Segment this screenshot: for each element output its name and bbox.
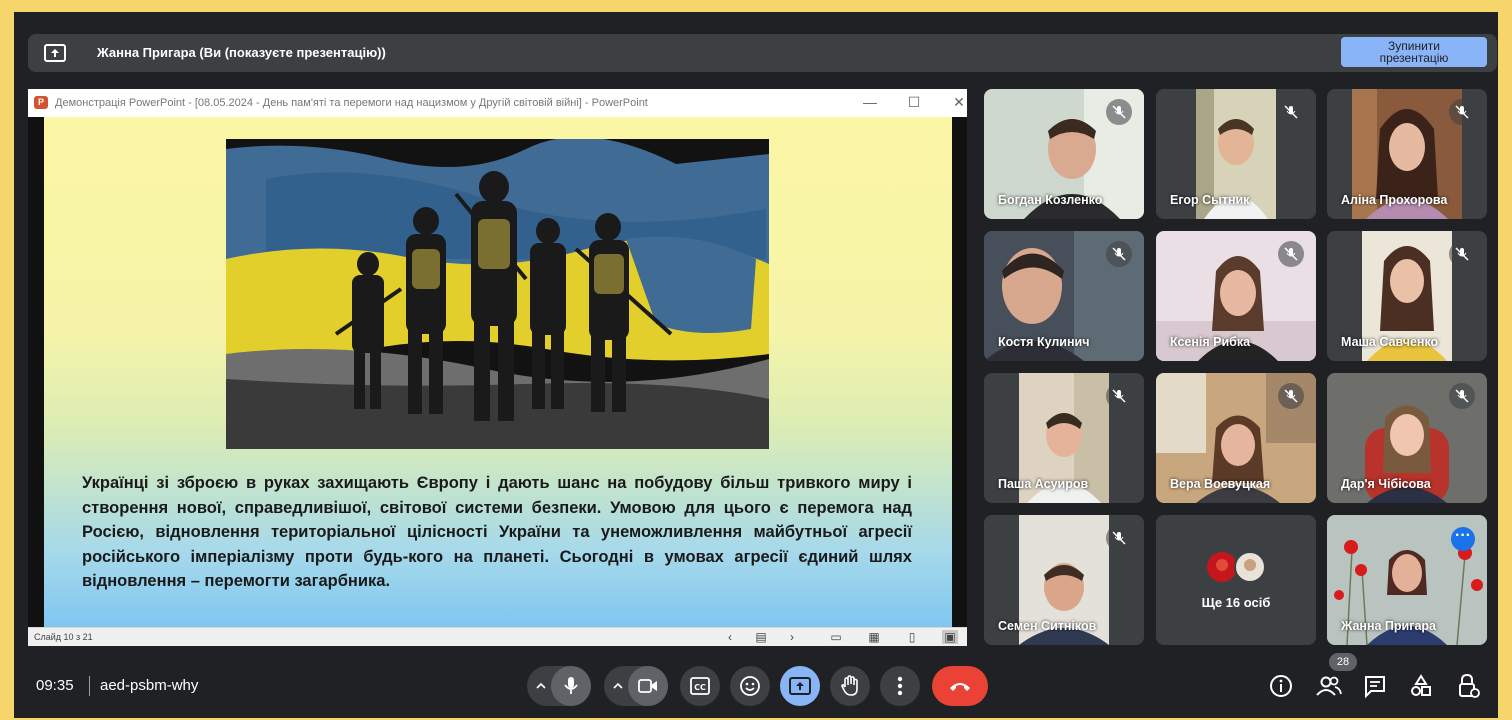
emoji-icon: [740, 676, 760, 696]
meeting-code: aed-psbm-why: [100, 677, 199, 694]
meet-window: Жанна Пригара (Ви (показуєте презентацію…: [14, 12, 1498, 718]
muted-mic-icon: [1106, 241, 1132, 267]
microphone-button[interactable]: [551, 666, 591, 706]
next-slide-icon[interactable]: ›: [784, 630, 800, 644]
reactions-button[interactable]: [730, 666, 770, 706]
present-screen-icon: [789, 677, 811, 695]
present-screen-icon: [44, 44, 66, 62]
camera-icon: [638, 679, 657, 693]
shared-powerpoint-window: P Демонстрація PowerPoint - [08.05.2024 …: [28, 89, 967, 646]
previous-slide-icon[interactable]: ‹: [722, 630, 738, 644]
participant-tile[interactable]: Маша Савченко: [1327, 231, 1487, 361]
minimize-icon[interactable]: —: [856, 93, 884, 111]
participant-name: Ксенія Рибка: [1170, 335, 1251, 349]
slide-menu-icon[interactable]: ▤: [753, 630, 769, 644]
participant-name: Костя Кулинич: [998, 335, 1090, 349]
more-options-icon[interactable]: ···: [1451, 527, 1475, 551]
camera-button[interactable]: [628, 666, 668, 706]
muted-mic-icon: [1449, 383, 1475, 409]
camera-control: [604, 666, 668, 706]
host-controls-icon[interactable]: [1454, 672, 1482, 700]
powerpoint-statusbar: Слайд 10 з 21 ‹ ▤ › ▭ ▦ ▯ ▣: [28, 627, 967, 646]
captions-icon: CC: [690, 677, 710, 695]
clock-time: 09:35: [36, 677, 74, 694]
participant-tile[interactable]: Семен Ситніков: [984, 515, 1144, 645]
slide-body-text: Українці зі зброєю в руках захищають Євр…: [82, 474, 912, 590]
muted-mic-icon: [1278, 99, 1304, 125]
more-vert-icon: [897, 676, 903, 696]
powerpoint-window-title: Демонстрація PowerPoint - [08.05.2024 - …: [55, 97, 648, 109]
muted-mic-icon: [1106, 99, 1132, 125]
meeting-details-icon[interactable]: [1267, 672, 1295, 700]
hang-up-icon: [950, 683, 970, 691]
stop-presenting-label-line2: презентацію: [1379, 51, 1449, 65]
muted-mic-icon: [1106, 525, 1132, 551]
participant-name: Вера Воевуцкая: [1170, 477, 1271, 491]
self-name: Жанна Пригара: [1341, 619, 1436, 633]
participant-name: Богдан Козленко: [998, 193, 1103, 207]
participant-tile[interactable]: Богдан Козленко: [984, 89, 1144, 219]
svg-text:CC: CC: [694, 683, 706, 692]
more-options-button[interactable]: [880, 666, 920, 706]
participant-tile[interactable]: Вера Воевуцкая: [1156, 373, 1316, 503]
slide-illustration: [226, 139, 769, 449]
people-icon[interactable]: [1315, 672, 1343, 700]
more-participants-label: Ще 16 осіб: [1201, 595, 1271, 610]
captions-button[interactable]: CC: [680, 666, 720, 706]
presenting-banner: Жанна Пригара (Ви (показуєте презентацію…: [28, 34, 1497, 72]
muted-mic-icon: [1278, 241, 1304, 267]
microphone-icon: [564, 677, 578, 694]
powerpoint-logo-icon: P: [34, 96, 48, 109]
self-tile[interactable]: ··· Жанна Пригара: [1327, 515, 1487, 645]
normal-view-icon[interactable]: ▭: [828, 630, 844, 644]
raise-hand-button[interactable]: [830, 666, 870, 706]
participant-tile[interactable]: Егор Сытник: [1156, 89, 1316, 219]
mic-options-chevron-icon[interactable]: [535, 681, 547, 691]
participant-name: Дар'я Чібісова: [1341, 477, 1431, 491]
reading-view-icon[interactable]: ▯: [904, 630, 920, 644]
participant-tile[interactable]: Ксенія Рибка: [1156, 231, 1316, 361]
camera-options-chevron-icon[interactable]: [612, 681, 624, 691]
presenting-label: Жанна Пригара (Ви (показуєте презентацію…: [97, 45, 386, 60]
muted-mic-icon: [1449, 99, 1475, 125]
leave-call-button[interactable]: [932, 666, 988, 706]
participant-name: Семен Ситніков: [998, 619, 1097, 633]
participant-tile[interactable]: Паша Асуиров: [984, 373, 1144, 503]
present-now-button[interactable]: [780, 666, 820, 706]
participant-name: Аліна Прохорова: [1341, 193, 1448, 207]
slide: Українці зі зброєю в руках захищають Євр…: [44, 117, 952, 627]
powerpoint-titlebar: P Демонстрація PowerPoint - [08.05.2024 …: [28, 89, 967, 117]
divider: [89, 676, 90, 696]
participant-tile[interactable]: Аліна Прохорова: [1327, 89, 1487, 219]
slide-area: Українці зі зброєю в руках захищають Євр…: [28, 117, 967, 627]
participant-tile[interactable]: Костя Кулинич: [984, 231, 1144, 361]
activities-icon[interactable]: [1407, 672, 1435, 700]
muted-mic-icon: [1106, 383, 1132, 409]
participant-name: Егор Сытник: [1170, 193, 1250, 207]
more-participants-tile[interactable]: Ще 16 осіб: [1156, 515, 1316, 645]
others-avatars: [1207, 551, 1266, 583]
slide-sorter-icon[interactable]: ▦: [866, 630, 882, 644]
mic-control: [527, 666, 591, 706]
maximize-icon[interactable]: ☐: [900, 93, 928, 111]
participant-name: Маша Савченко: [1341, 335, 1439, 349]
slide-indicator: Слайд 10 з 21: [34, 632, 93, 642]
muted-mic-icon: [1278, 383, 1304, 409]
muted-mic-icon: [1449, 241, 1475, 267]
close-icon[interactable]: ✕: [945, 93, 967, 111]
hand-icon: [841, 675, 858, 696]
participant-tile[interactable]: Дар'я Чібісова: [1327, 373, 1487, 503]
chat-icon[interactable]: [1361, 672, 1389, 700]
stop-presenting-button[interactable]: Зупинити презентацію: [1341, 37, 1487, 67]
participant-count-badge: 28: [1329, 653, 1357, 671]
participant-name: Паша Асуиров: [998, 477, 1089, 491]
slideshow-view-icon[interactable]: ▣: [942, 630, 958, 644]
